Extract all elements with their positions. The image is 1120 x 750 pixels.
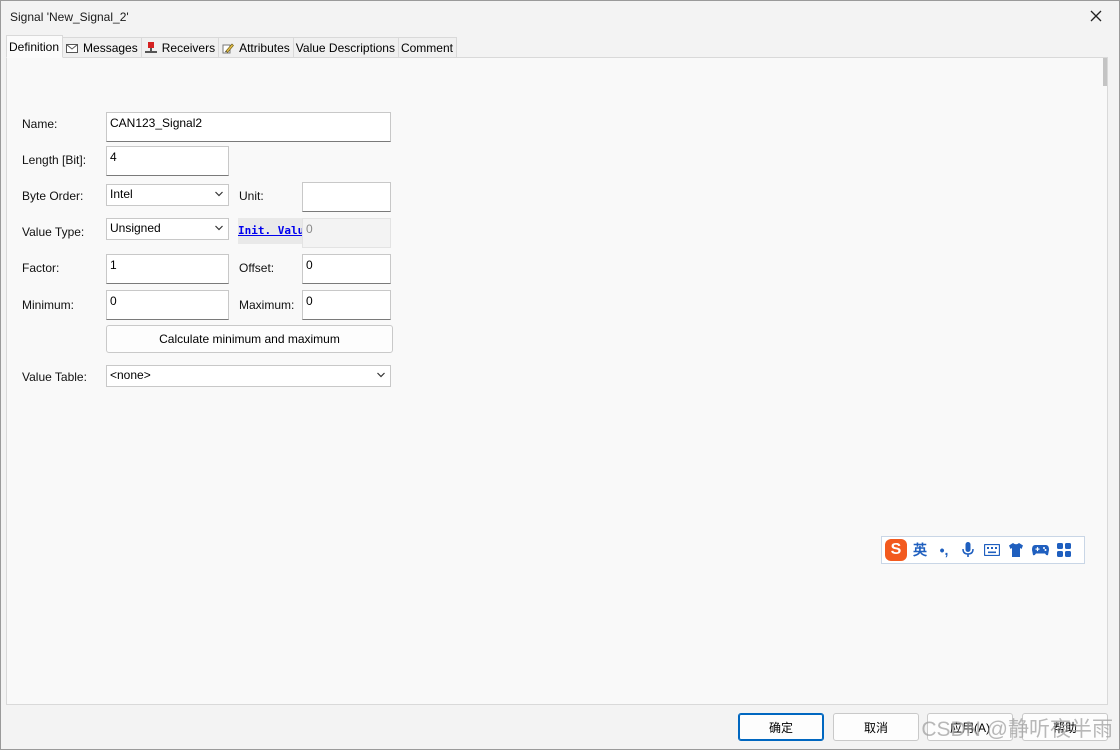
name-label: Name: xyxy=(22,117,58,131)
ime-punctuation-toggle[interactable]: •, xyxy=(932,538,956,562)
cancel-button[interactable]: 取消 xyxy=(833,713,919,741)
tab-label: Definition xyxy=(9,39,60,54)
byte-order-value: Intel xyxy=(110,187,133,201)
close-icon xyxy=(1090,10,1102,22)
close-button[interactable] xyxy=(1073,1,1119,31)
chevron-down-icon xyxy=(215,191,223,197)
title-bar: Signal 'New_Signal_2' xyxy=(1,1,1119,31)
length-input[interactable]: 4 xyxy=(106,146,229,176)
tab-label: Value Descriptions xyxy=(295,41,395,55)
tab-label: Messages xyxy=(83,41,138,55)
init-value-input: 0 xyxy=(302,218,391,248)
definition-panel: Name: CAN123_Signal2 Length [Bit]: 4 Byt… xyxy=(6,57,1108,705)
maximum-input[interactable]: 0 xyxy=(302,290,391,320)
minimum-label: Minimum: xyxy=(22,298,75,312)
keyboard-icon[interactable] xyxy=(980,538,1004,562)
tab-label: Comment xyxy=(400,41,453,55)
byte-order-select[interactable]: Intel xyxy=(106,184,229,206)
length-label: Length [Bit]: xyxy=(22,153,87,167)
offset-label: Offset: xyxy=(239,261,275,275)
maximum-label: Maximum: xyxy=(239,298,295,312)
gamepad-icon[interactable] xyxy=(1028,538,1052,562)
envelope-icon xyxy=(65,41,79,55)
ime-logo: S xyxy=(885,539,907,561)
ime-logo-icon[interactable]: S xyxy=(884,538,908,562)
tab-messages[interactable]: Messages xyxy=(62,37,142,59)
unit-label: Unit: xyxy=(239,189,264,203)
offset-input[interactable]: 0 xyxy=(302,254,391,284)
tab-attributes[interactable]: Attributes xyxy=(218,37,294,59)
calculate-min-max-button[interactable]: Calculate minimum and maximum xyxy=(106,325,393,353)
watermark-text: CSDN @静听夜半雨 xyxy=(921,718,1113,741)
ime-toolbar: S 英 •, xyxy=(881,536,1085,564)
byte-order-label: Byte Order: xyxy=(22,189,84,203)
chevron-down-icon xyxy=(377,372,385,378)
factor-label: Factor: xyxy=(22,261,60,275)
ok-button[interactable]: 确定 xyxy=(738,713,824,741)
scrollbar[interactable] xyxy=(1103,58,1107,86)
value-table-label: Value Table: xyxy=(22,370,87,384)
tab-label: Receivers xyxy=(161,41,216,55)
value-type-select[interactable]: Unsigned xyxy=(106,218,229,240)
edit-pencil-icon xyxy=(221,41,235,55)
minimum-input[interactable]: 0 xyxy=(106,290,229,320)
window-title: Signal 'New_Signal_2' xyxy=(10,10,129,24)
grid-icon[interactable] xyxy=(1052,538,1076,562)
unit-input[interactable] xyxy=(302,182,391,212)
tab-value-descriptions[interactable]: Value Descriptions xyxy=(292,37,399,59)
tab-strip: Definition Messages Receivers Attributes… xyxy=(6,35,457,59)
tab-definition[interactable]: Definition xyxy=(6,35,64,58)
value-type-value: Unsigned xyxy=(110,221,161,235)
chevron-down-icon xyxy=(215,225,223,231)
factor-input[interactable]: 1 xyxy=(106,254,229,284)
tab-label: Attributes xyxy=(239,41,290,55)
value-type-label: Value Type: xyxy=(22,225,85,239)
tshirt-icon[interactable] xyxy=(1004,538,1028,562)
value-table-select[interactable]: <none> xyxy=(106,365,391,387)
node-icon xyxy=(144,41,158,55)
value-table-value: <none> xyxy=(110,368,151,382)
ime-language-toggle[interactable]: 英 xyxy=(908,538,932,562)
tab-receivers[interactable]: Receivers xyxy=(140,37,220,59)
init-value-link[interactable]: Init. Value xyxy=(238,218,302,244)
dialog-window: Signal 'New_Signal_2' Definition Message… xyxy=(0,0,1120,750)
name-input[interactable]: CAN123_Signal2 xyxy=(106,112,391,142)
microphone-icon[interactable] xyxy=(956,538,980,562)
tab-comment[interactable]: Comment xyxy=(397,37,457,59)
